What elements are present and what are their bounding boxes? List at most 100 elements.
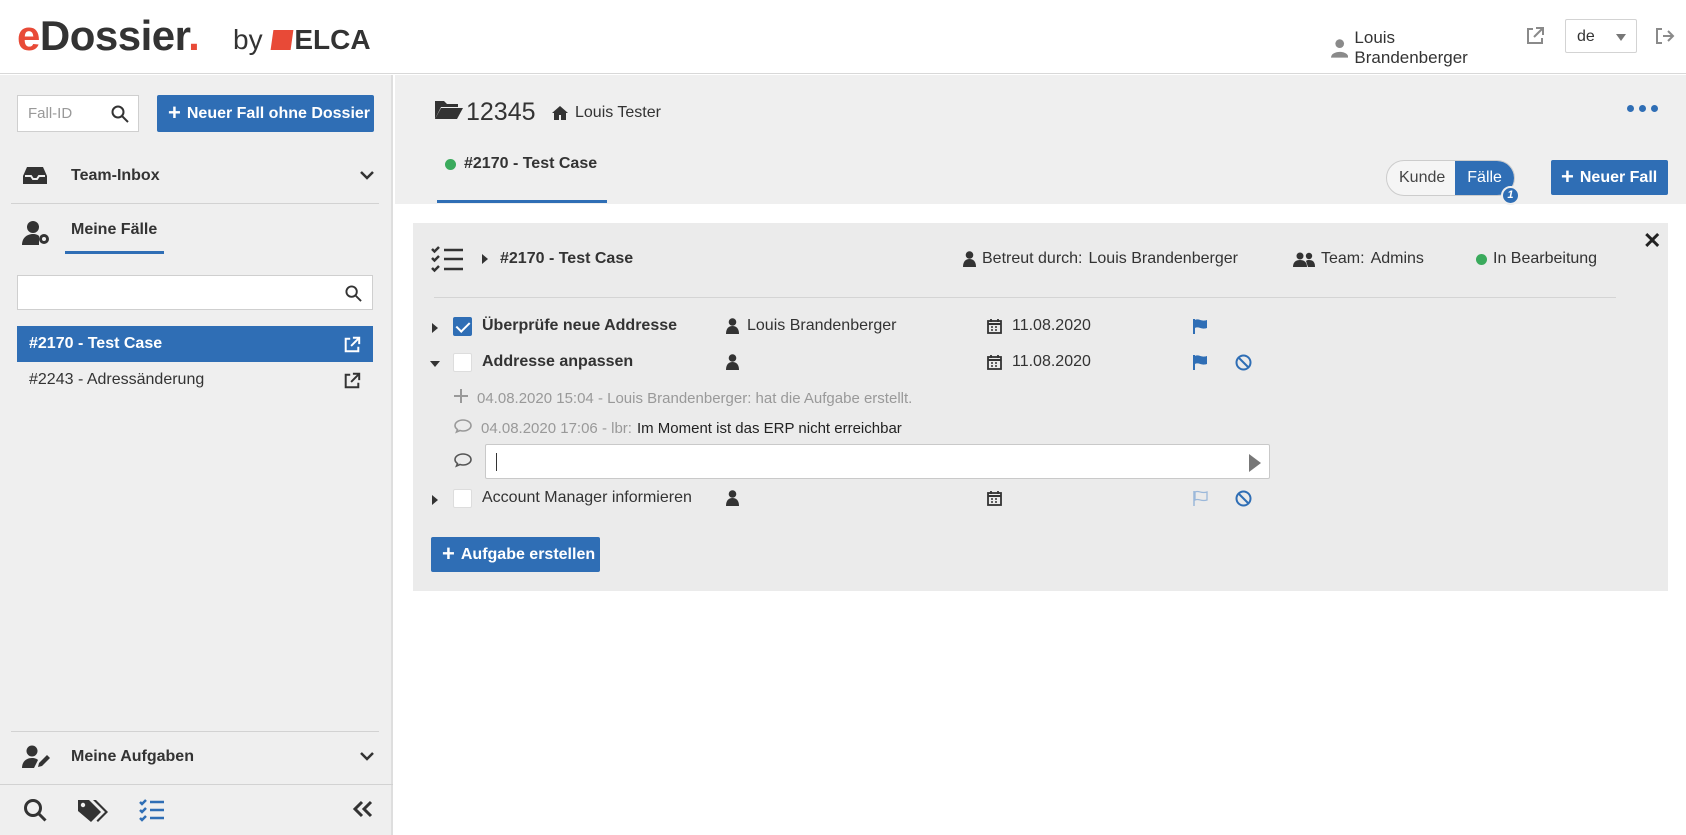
- user-icon: [1331, 39, 1349, 58]
- users-icon: [1293, 252, 1315, 267]
- create-task-button[interactable]: + Aufgabe erstellen: [431, 537, 600, 572]
- task-checkbox[interactable]: [453, 353, 472, 372]
- case-search-input[interactable]: [17, 275, 373, 310]
- logout-icon[interactable]: [1655, 27, 1675, 50]
- send-icon[interactable]: [1249, 454, 1261, 472]
- toggle-kunde[interactable]: Kunde: [1387, 161, 1455, 195]
- task-name: Überprüfe neue Addresse: [482, 317, 678, 334]
- case-status[interactable]: In Bearbeitung: [1476, 250, 1597, 268]
- log-meta: 04.08.2020 15:04 - Louis Brandenberger: …: [477, 389, 913, 407]
- sidebar-toolbar: [0, 785, 393, 835]
- expand-icon[interactable]: [432, 495, 438, 505]
- expand-icon[interactable]: [432, 323, 438, 333]
- comment-icon: [454, 418, 472, 438]
- comment-input[interactable]: [485, 444, 1270, 479]
- task-row[interactable]: Account Manager informieren: [430, 485, 1290, 515]
- dossier-number: 12345: [466, 98, 536, 126]
- edossier-logo[interactable]: eDossier.: [17, 12, 200, 60]
- new-case-without-dossier-button[interactable]: + Neuer Fall ohne Dossier: [157, 95, 374, 132]
- divider: [11, 203, 379, 204]
- toggle-faelle[interactable]: Fälle 1: [1455, 161, 1520, 205]
- task-name: Account Manager informieren: [482, 489, 692, 506]
- log-text: Im Moment ist das ERP nicht erreichbar: [636, 419, 902, 437]
- language-select[interactable]: de: [1565, 19, 1637, 53]
- case-panel: [413, 223, 1668, 591]
- dossier-owner[interactable]: Louis Tester: [551, 104, 661, 122]
- external-link-icon[interactable]: [343, 372, 361, 395]
- ban-icon[interactable]: [1235, 490, 1252, 512]
- task-list-icon: [431, 245, 464, 278]
- task-checkbox[interactable]: [453, 317, 472, 336]
- calendar-icon[interactable]: [987, 354, 1002, 375]
- team: Team: Admins: [1293, 250, 1424, 268]
- plus-icon: +: [1561, 163, 1574, 189]
- my-tasks-label: Meine Aufgaben: [71, 748, 194, 765]
- sidebar: Fall-ID + Neuer Fall ohne Dossier Team-I…: [0, 75, 393, 835]
- assigned-label: Betreut durch:: [982, 250, 1083, 267]
- task-checkbox[interactable]: [453, 489, 472, 508]
- chevron-down-icon[interactable]: [359, 749, 375, 767]
- person-icon[interactable]: [726, 354, 739, 375]
- log-entry-created: 04.08.2020 15:04 - Louis Brandenberger: …: [454, 389, 912, 407]
- elca-logo: by ELCA: [233, 24, 371, 55]
- active-tab-underline: [437, 200, 607, 203]
- text-cursor: [496, 453, 497, 471]
- flag-outline-icon[interactable]: [1192, 490, 1209, 511]
- search-icon[interactable]: [111, 105, 129, 127]
- calendar-icon[interactable]: [987, 490, 1002, 511]
- task-due-date: 11.08.2020: [1012, 317, 1091, 334]
- close-icon[interactable]: ✕: [1643, 228, 1661, 254]
- person-icon[interactable]: [726, 318, 739, 339]
- case-label: #2170 - Test Case: [29, 335, 163, 352]
- expand-icon[interactable]: [482, 254, 488, 264]
- fall-id-placeholder: Fall-ID: [28, 105, 73, 122]
- fall-id-input[interactable]: Fall-ID: [17, 95, 139, 132]
- inbox-icon: [22, 164, 48, 191]
- home-icon: [552, 106, 568, 120]
- person-icon[interactable]: [726, 490, 739, 511]
- chevron-down-icon[interactable]: [359, 168, 375, 186]
- collapse-icon[interactable]: [430, 361, 440, 367]
- dossier-title: 12345: [434, 98, 536, 127]
- team-value: Admins: [1370, 250, 1424, 267]
- new-case-button[interactable]: + Neuer Fall: [1551, 160, 1668, 195]
- more-options-icon[interactable]: [1627, 105, 1658, 112]
- tasks-icon[interactable]: [139, 798, 165, 827]
- case-list-item[interactable]: #2170 - Test Case: [17, 326, 373, 362]
- assigned-value[interactable]: Louis Brandenberger: [1089, 250, 1238, 268]
- plus-icon: [454, 389, 468, 407]
- search-icon[interactable]: [345, 285, 362, 307]
- top-bar: eDossier. by ELCA Louis Brandenberger de: [0, 0, 1686, 74]
- task-name: Addresse anpassen: [482, 353, 634, 370]
- collapse-icon[interactable]: [352, 800, 374, 823]
- status-dot: [1476, 253, 1487, 265]
- flag-icon[interactable]: [1192, 318, 1209, 339]
- flag-icon[interactable]: [1192, 354, 1209, 375]
- user-edit-icon: [22, 745, 52, 774]
- case-list-item[interactable]: #2243 - Adressänderung: [17, 362, 373, 398]
- ban-icon[interactable]: [1235, 354, 1252, 376]
- user-name: Louis Brandenberger: [1354, 28, 1468, 67]
- count-badge: 1: [1500, 186, 1520, 205]
- search-icon[interactable]: [23, 798, 47, 827]
- external-link-icon[interactable]: [1525, 26, 1545, 51]
- log-meta: 04.08.2020 17:06 - lbr:: [481, 419, 632, 437]
- task-row[interactable]: Addresse anpassen 11.08.2020: [430, 349, 1290, 379]
- external-link-icon[interactable]: [343, 336, 361, 359]
- folder-open-icon: [434, 98, 464, 127]
- calendar-icon[interactable]: [987, 318, 1002, 339]
- toggle-faelle-label: Fälle: [1467, 169, 1502, 186]
- tab-case-2170[interactable]: #2170 - Test Case: [437, 155, 607, 204]
- my-cases-section[interactable]: Meine Fälle: [0, 206, 393, 258]
- team-inbox-section[interactable]: Team-Inbox: [0, 150, 393, 202]
- my-tasks-section[interactable]: Meine Aufgaben: [0, 731, 393, 783]
- task-row[interactable]: Überprüfe neue Addresse Louis Brandenber…: [430, 313, 1290, 343]
- plus-icon: +: [442, 540, 455, 566]
- tags-icon[interactable]: [77, 798, 109, 829]
- divider: [434, 297, 1616, 298]
- plus-icon: +: [168, 99, 181, 125]
- tab-label: #2170 - Test Case: [464, 155, 598, 172]
- team-label: Team:: [1321, 250, 1365, 267]
- user-menu[interactable]: Louis Brandenberger: [1331, 28, 1508, 68]
- my-cases-label: Meine Fälle: [71, 221, 158, 238]
